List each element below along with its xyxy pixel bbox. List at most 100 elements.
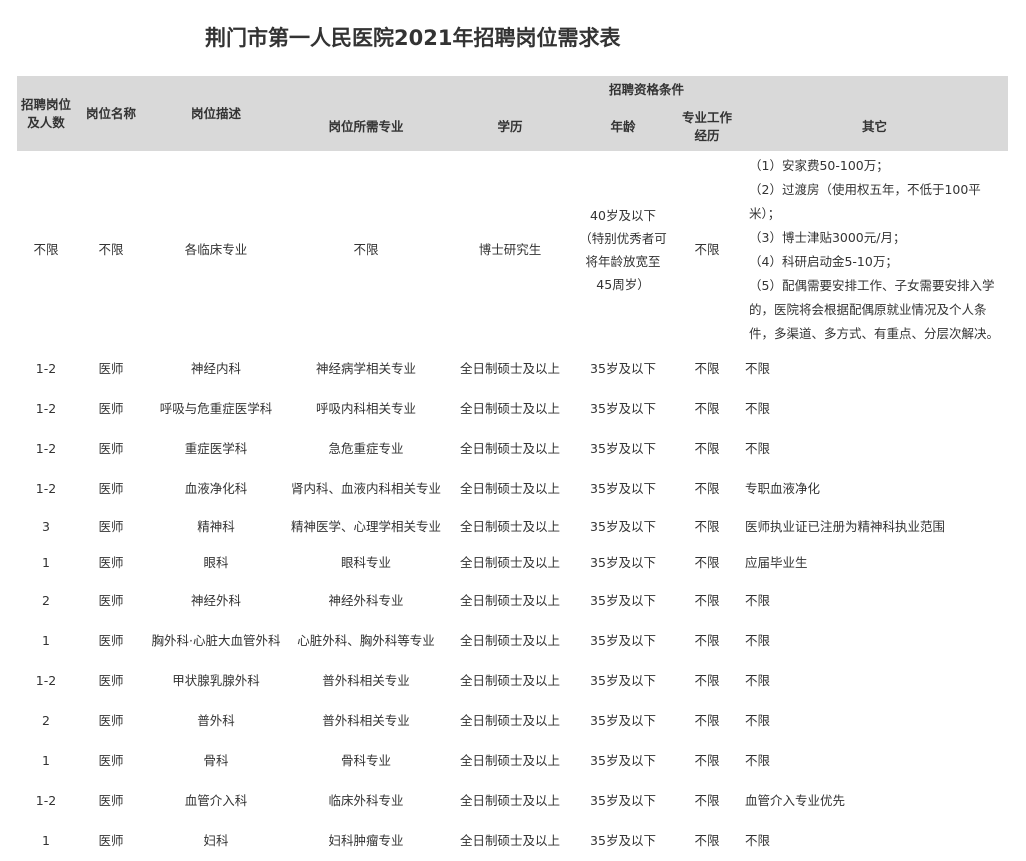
- perk-item: （2）过渡房（使用权五年，不低于100平米）；: [749, 182, 981, 221]
- cell-other: 医师执业证已注册为精神科执业范围: [745, 519, 946, 534]
- table-header: 招聘岗位及人数 岗位名称 岗位描述 招聘资格条件 岗位所需专业 学历 年龄 专业…: [17, 76, 1009, 151]
- cell-degree: 全日制硕士及以上: [459, 593, 560, 608]
- cell-desc: 胸外科·心脏大血管外科: [151, 633, 281, 648]
- cell-name: 医师: [98, 555, 124, 570]
- cell-other: 不限: [745, 833, 771, 848]
- cell-experience: 不限: [694, 593, 720, 608]
- cell-age: 35岁及以下: [590, 713, 656, 728]
- table-body: 不限 不限 各临床专业 不限 博士研究生 40岁及以下（特别优秀者可将年龄放宽至…: [17, 151, 1008, 861]
- cell-experience: 不限: [694, 242, 720, 257]
- cell-degree: 全日制硕士及以上: [459, 793, 560, 808]
- cell-experience: 不限: [694, 481, 720, 496]
- cell-experience: 不限: [694, 555, 720, 570]
- cell-count: 1-2: [35, 673, 57, 688]
- cell-count: 2: [42, 713, 50, 728]
- cell-major: 精神医学、心理学相关专业: [290, 519, 441, 534]
- table-row: 1-2 医师 血管介入科 临床外科专业 全日制硕士及以上 35岁及以下 不限 血管介入专业优先: [17, 781, 1008, 821]
- cell-count: 3: [42, 519, 50, 534]
- table-row: 1-2 医师 血液净化科 肾内科、血液内科相关专业 全日制硕士及以上 35岁及以下 不限 专职…: [17, 469, 1008, 509]
- cell-other: 不限: [745, 441, 771, 456]
- header-experience: 专业工作经历: [673, 103, 741, 151]
- cell-major: 眼科专业: [340, 555, 391, 570]
- table-row: 1 医师 胸外科·心脏大血管外科 心脏外科、胸外科等专业 全日制硕士及以上 35岁及以下 不…: [17, 621, 1008, 661]
- cell-major: 神经外科专业: [328, 593, 404, 608]
- cell-age: 35岁及以下: [590, 519, 656, 534]
- table-row: 2 医师 神经外科 神经外科专业 全日制硕士及以上 35岁及以下 不限 不限: [17, 581, 1008, 621]
- cell-major: 神经病学相关专业: [315, 361, 416, 376]
- perk-item: （4）科研启动金5-10万；: [749, 254, 898, 269]
- cell-other: 不限: [745, 633, 771, 648]
- cell-age: 35岁及以下: [590, 793, 656, 808]
- cell-name: 医师: [98, 793, 124, 808]
- job-table: 招聘岗位及人数 岗位名称 岗位描述 招聘资格条件 岗位所需专业 学历 年龄 专业…: [17, 76, 1009, 861]
- cell-other: 血管介入专业优先: [745, 793, 846, 808]
- cell-degree: 全日制硕士及以上: [459, 361, 560, 376]
- cell-major: 心脏外科、胸外科等专业: [297, 633, 435, 648]
- cell-name: 医师: [98, 593, 124, 608]
- cell-count: 1-2: [35, 401, 57, 416]
- cell-name: 医师: [98, 633, 124, 648]
- cell-major: 不限: [353, 242, 379, 257]
- cell-desc: 神经内科: [190, 361, 241, 376]
- cell-experience: 不限: [694, 793, 720, 808]
- cell-other: 不限: [745, 753, 771, 768]
- cell-degree: 全日制硕士及以上: [459, 633, 560, 648]
- cell-major: 临床外科专业: [328, 793, 404, 808]
- header-desc: 岗位描述: [147, 76, 285, 151]
- cell-name: 医师: [98, 519, 124, 534]
- cell-age: 35岁及以下: [590, 361, 656, 376]
- cell-name: 不限: [98, 242, 124, 257]
- cell-other-perks: （1）安家费50-100万； （2）过渡房（使用权五年，不低于100平米）； （…: [741, 151, 1008, 349]
- cell-desc: 普外科: [197, 713, 235, 728]
- cell-degree: 全日制硕士及以上: [459, 833, 560, 848]
- cell-other: 应届毕业生: [745, 555, 808, 570]
- cell-name: 医师: [98, 713, 124, 728]
- cell-degree: 全日制硕士及以上: [459, 441, 560, 456]
- cell-degree: 全日制硕士及以上: [459, 713, 560, 728]
- cell-experience: 不限: [694, 673, 720, 688]
- cell-major: 急危重症专业: [328, 441, 404, 456]
- cell-degree: 全日制硕士及以上: [459, 753, 560, 768]
- cell-name: 医师: [98, 673, 124, 688]
- cell-experience: 不限: [694, 753, 720, 768]
- cell-age: 35岁及以下: [590, 593, 656, 608]
- cell-other: 不限: [745, 673, 771, 688]
- cell-desc: 精神科: [197, 519, 235, 534]
- cell-name: 医师: [98, 833, 124, 848]
- cell-age: 35岁及以下: [590, 633, 656, 648]
- cell-count: 1-2: [35, 793, 57, 808]
- cell-count: 1: [42, 633, 50, 648]
- cell-major: 肾内科、血液内科相关专业: [290, 481, 441, 496]
- cell-desc: 妇科: [203, 833, 229, 848]
- header-count: 招聘岗位及人数: [17, 76, 75, 151]
- cell-count: 1: [42, 753, 50, 768]
- cell-age: 35岁及以下: [590, 673, 656, 688]
- cell-major: 普外科相关专业: [322, 673, 410, 688]
- cell-age: 35岁及以下: [590, 555, 656, 570]
- perk-item: （3）博士津贴3000元/月；: [749, 230, 906, 245]
- cell-count: 1-2: [35, 481, 57, 496]
- cell-major: 普外科相关专业: [322, 713, 410, 728]
- header-name: 岗位名称: [75, 76, 147, 151]
- cell-degree: 全日制硕士及以上: [459, 555, 560, 570]
- cell-degree: 全日制硕士及以上: [459, 519, 560, 534]
- cell-other: 不限: [745, 593, 771, 608]
- cell-age: 35岁及以下: [590, 753, 656, 768]
- perk-item: （1）安家费50-100万；: [749, 158, 889, 173]
- table-row: 1 医师 眼科 眼科专业 全日制硕士及以上 35岁及以下 不限 应届毕业生: [17, 545, 1008, 581]
- cell-age: 35岁及以下: [590, 401, 656, 416]
- cell-age: 35岁及以下: [590, 441, 656, 456]
- cell-name: 医师: [98, 361, 124, 376]
- cell-desc: 眼科: [203, 555, 229, 570]
- cell-experience: 不限: [694, 361, 720, 376]
- cell-count: 1-2: [35, 361, 57, 376]
- cell-experience: 不限: [694, 633, 720, 648]
- cell-experience: 不限: [694, 833, 720, 848]
- cell-other: 不限: [745, 361, 771, 376]
- cell-desc: 呼吸与危重症医学科: [159, 401, 273, 416]
- cell-desc: 各临床专业: [184, 242, 248, 257]
- page-title: 荆门市第一人民医院2021年招聘岗位需求表: [205, 26, 621, 50]
- cell-count: 1: [42, 833, 50, 848]
- table-row: 2 医师 普外科 普外科相关专业 全日制硕士及以上 35岁及以下 不限 不限: [17, 701, 1008, 741]
- cell-count: 1: [42, 555, 50, 570]
